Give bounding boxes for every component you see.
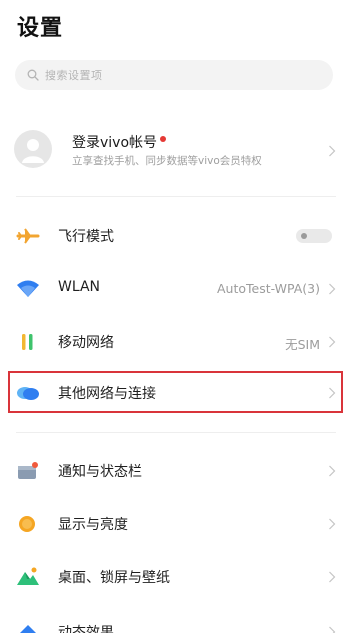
- user-icon: [22, 139, 44, 163]
- account-subtitle: 立享查找手机、同步数据等vivo会员特权: [72, 155, 262, 167]
- chevron-right-icon: [329, 626, 336, 633]
- dynamic-effects-row[interactable]: 动态效果: [0, 606, 352, 633]
- page-title: 设置: [17, 16, 64, 41]
- mobile-network-value: 无SIM: [285, 337, 320, 352]
- wlan-value: AutoTest-WPA(3): [217, 281, 320, 296]
- mobile-network-row[interactable]: 移动网络 无SIM: [0, 316, 352, 368]
- wifi-icon: [17, 280, 39, 297]
- dynamic-effects-icon: [20, 625, 36, 633]
- toggle-knob: [301, 233, 307, 239]
- account-row[interactable]: 登录vivo帐号 立享查找手机、同步数据等vivo会员特权: [0, 120, 352, 182]
- account-title-wrap: 登录vivo帐号: [72, 132, 167, 152]
- mobile-network-label: 移动网络: [58, 335, 114, 351]
- wallpaper-label: 桌面、锁屏与壁纸: [58, 570, 170, 586]
- airplane-mode-label: 飞行模式: [58, 229, 114, 245]
- account-title: 登录vivo帐号: [72, 135, 158, 151]
- wlan-label: WLAN: [58, 279, 101, 295]
- section-divider: [16, 432, 336, 433]
- wlan-row[interactable]: WLAN AutoTest-WPA(3): [0, 263, 352, 315]
- wallpaper-icon: [17, 567, 39, 585]
- brightness-icon: [19, 516, 35, 532]
- section-divider: [16, 196, 336, 197]
- airplane-mode-row[interactable]: 飞行模式: [0, 210, 352, 262]
- airplane-mode-toggle[interactable]: [296, 229, 332, 243]
- wallpaper-row[interactable]: 桌面、锁屏与壁纸: [0, 551, 352, 603]
- dynamic-effects-label: 动态效果: [58, 625, 114, 633]
- mobile-data-icon: [22, 334, 33, 350]
- display-label: 显示与亮度: [58, 517, 128, 533]
- highlight-box: [8, 371, 343, 413]
- airplane-icon: [16, 228, 40, 244]
- chevron-right-icon: [329, 145, 336, 157]
- notification-dot: [160, 136, 167, 142]
- avatar: [14, 130, 52, 168]
- search-placeholder: 搜索设置项: [45, 69, 103, 82]
- search-icon: [27, 69, 39, 81]
- settings-page: 设置 搜索设置项 登录vivo帐号 立享查找手机、同步数据等vivo会员特权 飞…: [0, 0, 352, 633]
- notifications-label: 通知与状态栏: [58, 464, 142, 480]
- search-input[interactable]: 搜索设置项: [15, 60, 333, 90]
- display-row[interactable]: 显示与亮度: [0, 498, 352, 550]
- notification-icon: [18, 462, 38, 479]
- chevron-right-icon: [329, 283, 336, 295]
- chevron-right-icon: [329, 465, 336, 477]
- chevron-right-icon: [329, 336, 336, 348]
- notifications-row[interactable]: 通知与状态栏: [0, 445, 352, 497]
- chevron-right-icon: [329, 518, 336, 530]
- chevron-right-icon: [329, 571, 336, 583]
